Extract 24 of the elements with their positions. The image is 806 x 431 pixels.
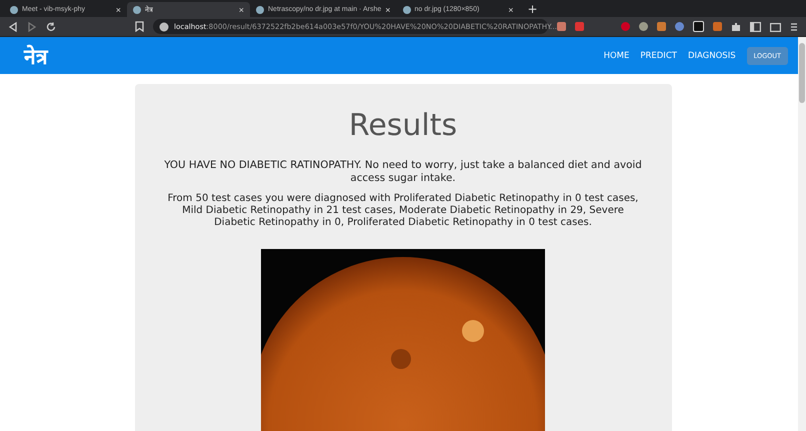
results-title: Results [348, 108, 458, 143]
favicon-icon [10, 6, 18, 14]
forward-icon[interactable] [27, 22, 37, 32]
back-icon[interactable] [8, 22, 18, 32]
menu-icon[interactable] [790, 22, 798, 32]
logo[interactable]: नेत्र [24, 42, 48, 70]
nav-link[interactable]: HOME [604, 50, 630, 60]
scrollbar[interactable] [798, 37, 806, 431]
nav-link[interactable]: PREDICT [640, 50, 677, 60]
close-icon[interactable]: × [238, 4, 244, 14]
reload-icon[interactable] [46, 22, 56, 32]
favicon-icon [402, 6, 410, 14]
favicon-icon [256, 6, 264, 14]
extension-icon[interactable] [693, 21, 704, 32]
close-icon[interactable]: × [116, 4, 121, 14]
nav-link[interactable]: DIAGNOSIS [688, 50, 736, 60]
bookmark-icon[interactable] [135, 21, 144, 32]
diagnosis-details: From 50 test cases you were diagnosed with Proliferated Diabetic Retinopathy in 0 test cases, Mild Diabetic Retinopathy in 21 test cases, Moderate Diabetic Retinopathy in 29, Severe Diabetic Retinopathy in 0, Proliferated Diabetic Retinopathy in 0 test cases. [166, 193, 640, 229]
sidebar-icon[interactable] [750, 22, 761, 32]
close-icon[interactable]: × [385, 4, 390, 14]
close-icon[interactable]: × [508, 4, 514, 14]
new-tab-button[interactable]: + [520, 2, 546, 16]
result-message: YOU HAVE NO DIABETIC RATINOPATHY. No need to worry, just take a balanced diet and avoid access sugar intake. [163, 159, 643, 185]
favicon-icon [133, 6, 141, 14]
